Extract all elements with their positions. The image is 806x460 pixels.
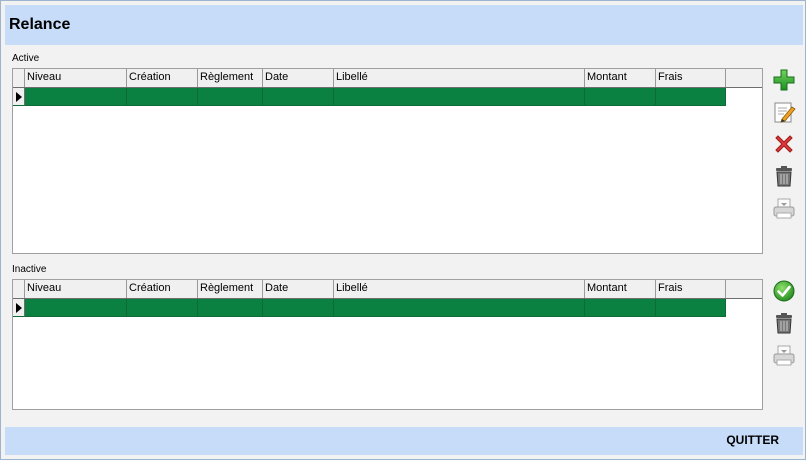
table-cell[interactable] bbox=[334, 88, 585, 106]
column-header-creation[interactable]: Création bbox=[127, 69, 198, 87]
column-header-niveau[interactable]: Niveau bbox=[25, 280, 127, 298]
check-icon bbox=[773, 280, 795, 302]
trash-icon bbox=[776, 313, 792, 334]
column-header-creation[interactable]: Création bbox=[127, 280, 198, 298]
row-selector[interactable] bbox=[13, 88, 25, 106]
table-cell[interactable] bbox=[127, 88, 198, 106]
table-cell[interactable] bbox=[127, 299, 198, 317]
add-button[interactable] bbox=[771, 67, 797, 93]
column-header-reglement[interactable]: Règlement bbox=[198, 69, 263, 87]
trash-icon bbox=[776, 166, 792, 187]
edit-icon bbox=[774, 102, 796, 123]
column-header-libelle[interactable]: Libellé bbox=[334, 280, 585, 298]
column-header-frais[interactable]: Frais bbox=[656, 69, 726, 87]
column-header-montant[interactable]: Montant bbox=[585, 69, 656, 87]
column-header-date[interactable]: Date bbox=[263, 69, 334, 87]
row-pointer-icon bbox=[16, 303, 22, 313]
table-cell[interactable] bbox=[25, 299, 127, 317]
column-header-niveau[interactable]: Niveau bbox=[25, 69, 127, 87]
table-cell[interactable] bbox=[585, 88, 656, 106]
table-cell[interactable] bbox=[656, 299, 726, 317]
table-cell[interactable] bbox=[263, 88, 334, 106]
inactive-section-label: Inactive bbox=[12, 264, 47, 275]
row-pointer-icon bbox=[16, 92, 22, 102]
table-row[interactable] bbox=[13, 88, 762, 106]
delete-button[interactable] bbox=[771, 131, 797, 157]
table-cell[interactable] bbox=[334, 299, 585, 317]
active-grid-header: Niveau Création Règlement Date Libellé M… bbox=[13, 69, 762, 88]
row-selector-header bbox=[13, 69, 25, 87]
table-cell[interactable] bbox=[263, 299, 334, 317]
row-selector-header bbox=[13, 280, 25, 298]
active-grid[interactable]: Niveau Création Règlement Date Libellé M… bbox=[12, 68, 763, 254]
column-header-reglement[interactable]: Règlement bbox=[198, 280, 263, 298]
quit-button[interactable]: QUITTER bbox=[726, 433, 779, 447]
table-cell[interactable] bbox=[585, 299, 656, 317]
column-header-libelle[interactable]: Libellé bbox=[334, 69, 585, 87]
column-header-montant[interactable]: Montant bbox=[585, 280, 656, 298]
column-header-frais[interactable]: Frais bbox=[656, 280, 726, 298]
window-title: Relance bbox=[9, 16, 71, 33]
inactive-grid-header: Niveau Création Règlement Date Libellé M… bbox=[13, 280, 762, 299]
table-cell[interactable] bbox=[656, 88, 726, 106]
active-section-label: Active bbox=[12, 53, 40, 64]
edit-button[interactable] bbox=[771, 99, 797, 125]
print-icon bbox=[773, 198, 795, 219]
trash-button-inactive[interactable] bbox=[771, 310, 797, 336]
inactive-grid[interactable]: Niveau Création Règlement Date Libellé M… bbox=[12, 279, 763, 410]
footer-bar: QUITTER bbox=[5, 427, 803, 455]
table-row[interactable] bbox=[13, 299, 762, 317]
reactivate-button[interactable] bbox=[771, 278, 797, 304]
relance-window: Relance Active Niveau Création Règlement… bbox=[0, 0, 806, 460]
row-selector[interactable] bbox=[13, 299, 25, 317]
table-cell[interactable] bbox=[198, 88, 263, 106]
table-cell[interactable] bbox=[25, 88, 127, 106]
table-cell[interactable] bbox=[198, 299, 263, 317]
print-button-inactive[interactable] bbox=[771, 342, 797, 368]
trash-button[interactable] bbox=[771, 163, 797, 189]
add-icon bbox=[773, 69, 795, 91]
column-header-date[interactable]: Date bbox=[263, 280, 334, 298]
title-bar: Relance bbox=[5, 5, 803, 45]
delete-icon bbox=[775, 135, 793, 153]
print-icon bbox=[773, 345, 795, 366]
print-button[interactable] bbox=[771, 195, 797, 221]
